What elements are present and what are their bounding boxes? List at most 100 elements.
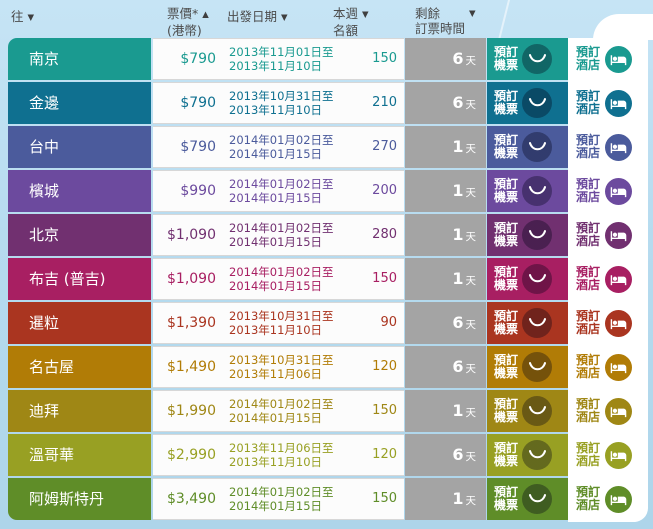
book-hotel-button[interactable]: 預訂 酒店: [576, 352, 648, 381]
fare-cell: $790: [153, 126, 222, 168]
column-label: 出發日期: [227, 9, 278, 24]
date-to: 2013年11月06日: [229, 366, 323, 381]
book-hotel-button[interactable]: 預訂 酒店: [576, 177, 648, 205]
destination-label: 溫哥華: [29, 446, 75, 464]
book-hotel-button[interactable]: 預訂 酒店: [576, 221, 648, 249]
remaining-days-value: 1: [452, 401, 464, 420]
book-hotel-button[interactable]: 預訂 酒店: [576, 45, 648, 73]
weekly-quota-cell: 150: [354, 390, 404, 432]
quota-value: 120: [372, 359, 397, 374]
table-row: 檳城 $990 2014年01月02日至 2014年01月15日 200 1天 …: [8, 170, 653, 212]
departure-dates-cell: 2014年01月02日至 2014年01月15日: [222, 126, 354, 168]
sort-desc-icon[interactable]: ▼: [281, 13, 288, 23]
book-flight-label: 預訂 機票: [494, 396, 519, 424]
bed-icon: [605, 89, 633, 117]
book-hotel-label: 預訂 酒店: [576, 308, 601, 336]
remaining-days-unit: 天: [465, 187, 477, 199]
book-flight-button[interactable]: 預訂 機票: [487, 390, 568, 432]
remaining-days-value: 6: [452, 313, 464, 332]
book-hotel-label: 預訂 酒店: [576, 396, 601, 424]
remaining-days-value: 6: [452, 93, 464, 112]
book-flight-button[interactable]: 預訂 機票: [487, 346, 568, 388]
destination-label: 迪拜: [29, 402, 60, 420]
hotel-cell: 預訂 酒店: [569, 170, 648, 212]
remaining-time-cell: 6天: [405, 434, 486, 476]
hotel-cell: 預訂 酒店: [569, 38, 648, 80]
bed-icon: [605, 177, 633, 205]
book-flight-button[interactable]: 預訂 機票: [487, 82, 568, 124]
column-label: 本週: [333, 6, 359, 21]
quota-value: 210: [372, 95, 397, 110]
destination-cell[interactable]: 溫哥華: [8, 434, 151, 476]
destination-cell[interactable]: 檳城: [8, 170, 151, 212]
column-header-remaining[interactable]: 剩餘 訂票時間: [415, 6, 465, 36]
weekly-quota-cell: 210: [354, 82, 404, 124]
remaining-days-unit: 天: [465, 407, 477, 419]
weekly-quota-cell: 150: [354, 258, 404, 300]
remaining-days-unit: 天: [465, 143, 477, 155]
destination-cell[interactable]: 阿姆斯特丹: [8, 478, 151, 520]
date-to: 2013年11月10日: [229, 58, 323, 73]
column-header-departure[interactable]: 出發日期 ▼: [227, 9, 288, 26]
book-hotel-label: 預訂 酒店: [576, 352, 601, 380]
remaining-days-unit: 天: [465, 55, 477, 67]
remaining-days-value: 6: [452, 49, 464, 68]
book-flight-button[interactable]: 預訂 機票: [487, 126, 568, 168]
book-flight-button[interactable]: 預訂 機票: [487, 38, 568, 80]
book-flight-button[interactable]: 預訂 機票: [487, 478, 568, 520]
remaining-days-unit: 天: [465, 363, 477, 375]
sort-asc-icon[interactable]: ▲: [202, 10, 209, 20]
column-header-quota[interactable]: 本週 ▼ 名額: [333, 6, 369, 38]
destination-cell[interactable]: 暹粒: [8, 302, 151, 344]
weekly-quota-cell: 120: [354, 434, 404, 476]
fare-cell: $1,490: [153, 346, 222, 388]
book-flight-button[interactable]: 預訂 機票: [487, 214, 568, 256]
hotel-cell: 預訂 酒店: [569, 214, 648, 256]
book-hotel-button[interactable]: 預訂 酒店: [576, 132, 648, 161]
book-hotel-button[interactable]: 預訂 酒店: [576, 265, 648, 293]
hotel-cell: 預訂 酒店: [569, 434, 648, 476]
brushwing-smile-icon: [522, 440, 553, 470]
book-hotel-button[interactable]: 預訂 酒店: [576, 396, 648, 425]
book-hotel-button[interactable]: 預訂 酒店: [576, 485, 648, 513]
book-flight-button[interactable]: 預訂 機票: [487, 302, 568, 344]
destination-cell[interactable]: 南京: [8, 38, 151, 80]
table-row: 南京 $790 2013年11月01日至 2013年11月10日 150 6天 …: [8, 38, 653, 80]
column-header-to[interactable]: 往 ▼: [11, 9, 34, 26]
book-flight-button[interactable]: 預訂 機票: [487, 258, 568, 300]
column-header-fare[interactable]: 票價* ▲ (港幣): [167, 6, 209, 38]
fare-cell: $1,990: [153, 390, 222, 432]
destination-label: 布吉 (普吉): [29, 270, 106, 288]
book-hotel-label: 預訂 酒店: [576, 132, 601, 160]
destination-cell[interactable]: 金邊: [8, 82, 151, 124]
book-hotel-button[interactable]: 預訂 酒店: [576, 88, 648, 117]
fare-value: $990: [180, 183, 216, 199]
remaining-days-unit: 天: [465, 495, 477, 507]
destination-cell[interactable]: 名古屋: [8, 346, 151, 388]
date-from: 2013年10月31日至: [229, 89, 334, 103]
book-hotel-label: 預訂 酒店: [576, 88, 601, 116]
book-hotel-button[interactable]: 預訂 酒店: [576, 308, 648, 337]
book-flight-button[interactable]: 預訂 機票: [487, 434, 568, 476]
weekly-quota-cell: 150: [354, 38, 404, 80]
destination-label: 南京: [29, 50, 60, 68]
quota-value: 270: [372, 139, 397, 154]
remaining-time-cell: 6天: [405, 38, 486, 80]
book-flight-label: 預訂 機票: [494, 88, 519, 116]
destination-cell[interactable]: 台中: [8, 126, 151, 168]
book-hotel-button[interactable]: 預訂 酒店: [576, 441, 648, 469]
sort-desc-icon[interactable]: ▼: [362, 10, 369, 20]
bed-icon: [605, 133, 633, 161]
destination-cell[interactable]: 北京: [8, 214, 151, 256]
date-from: 2013年11月01日至: [229, 45, 334, 59]
destination-cell[interactable]: 迪拜: [8, 390, 151, 432]
book-flight-label: 預訂 機票: [494, 132, 519, 160]
book-flight-button[interactable]: 預訂 機票: [487, 170, 568, 212]
destination-cell[interactable]: 布吉 (普吉): [8, 258, 151, 300]
departure-dates-cell: 2014年01月02日至 2014年01月15日: [222, 390, 354, 432]
sort-desc-icon[interactable]: ▼: [469, 9, 476, 19]
book-flight-label: 預訂 機票: [494, 264, 519, 292]
fare-value: $1,090: [167, 227, 216, 243]
departure-dates-cell: 2013年11月06日至 2013年11月10日: [222, 434, 354, 476]
sort-desc-icon[interactable]: ▼: [28, 13, 35, 23]
